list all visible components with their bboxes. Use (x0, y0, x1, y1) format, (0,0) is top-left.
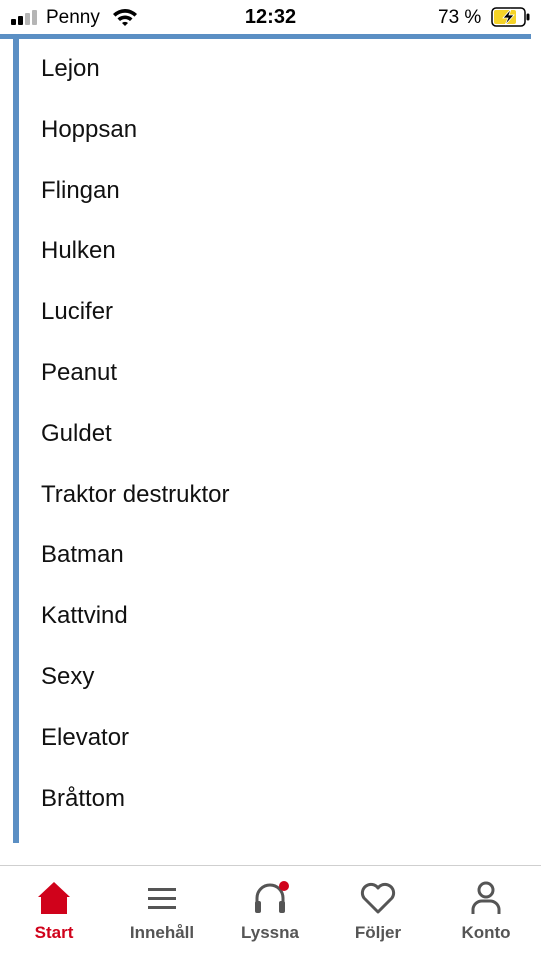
home-icon (38, 882, 70, 914)
list-item: Batman (41, 541, 124, 569)
list-item: Lucifer (41, 298, 114, 326)
list-item: Peanut (41, 358, 118, 386)
notification-dot (279, 881, 289, 891)
nav-foljer-tab[interactable]: Följer (324, 866, 432, 960)
nav-konto-tab[interactable]: Konto (432, 866, 540, 960)
nav-innehall-label: Innehåll (129, 923, 195, 942)
list-item: Lejon (41, 55, 100, 82)
status-bar: Penny 12:32 73 % (0, 0, 541, 34)
battery-percentage: 73 % (438, 7, 482, 28)
left-accent-rule (13, 39, 19, 843)
list-item: Guldet (41, 419, 112, 447)
menu-icon (148, 888, 176, 909)
list-item: Hulken (41, 237, 116, 265)
headphones-icon (255, 881, 289, 913)
content-list-area: Lejon Hoppsan Flingan Hulken Lucifer Pea… (0, 39, 541, 843)
list-item: Sexy (41, 662, 95, 690)
nav-konto-label: Konto (461, 923, 511, 942)
nav-start-tab[interactable]: Start (0, 866, 108, 960)
nav-innehall-tab[interactable]: Innehåll (108, 866, 216, 960)
list-item: Kattvind (41, 602, 128, 630)
heart-icon (360, 882, 396, 914)
app-screen: Penny 12:32 73 % Lejon Hoppsan Flingan H… (0, 0, 541, 960)
battery-charging-icon (491, 7, 530, 27)
list-item: Elevator (41, 723, 130, 751)
nav-start-label: Start (34, 923, 74, 942)
list-item: Flingan (41, 176, 120, 204)
list-item: Traktor destruktor (41, 480, 230, 508)
nav-lyssna-tab[interactable]: Lyssna (216, 866, 324, 960)
user-icon (471, 881, 501, 914)
name-list: Lejon Hoppsan Flingan Hulken Lucifer Pea… (41, 39, 230, 829)
nav-lyssna-label: Lyssna (241, 923, 299, 942)
list-item: Bråttom (41, 784, 126, 812)
nav-foljer-label: Följer (354, 923, 402, 942)
list-item: Hoppsan (41, 115, 138, 143)
bottom-navigation: Start Innehåll Lyssna Följer Konto (0, 866, 541, 960)
